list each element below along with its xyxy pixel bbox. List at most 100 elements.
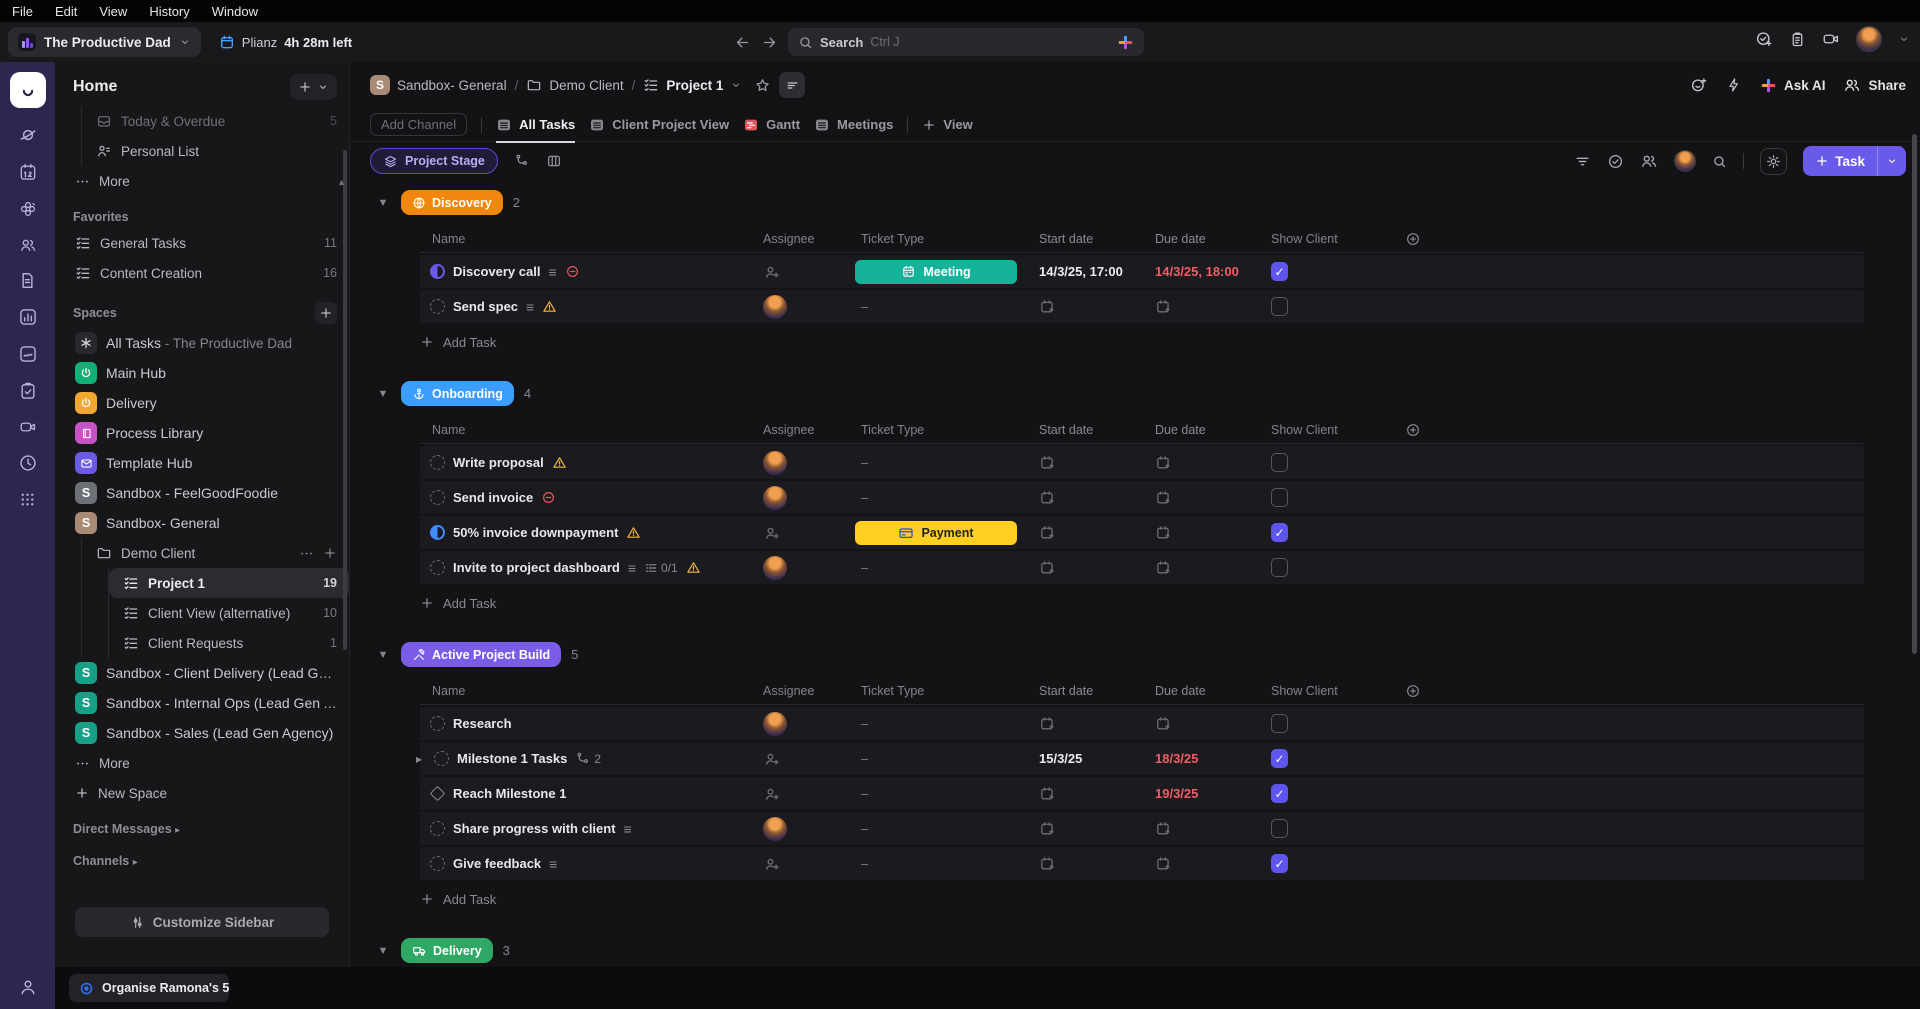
rail-video-icon[interactable]	[19, 418, 37, 436]
customize-sidebar-button[interactable]: Customize Sidebar	[75, 907, 329, 937]
list-client-requests[interactable]: Client Requests1	[109, 628, 349, 658]
task-row[interactable]: ▸Milestone 1 Tasks2 – 15/3/25 18/3/25 ✓	[420, 742, 1864, 775]
start-date-add-icon[interactable]	[1039, 559, 1056, 576]
task-name[interactable]: Write proposal	[453, 455, 544, 470]
col-show-client[interactable]: Show Client	[1271, 232, 1405, 246]
rail-whiteboard-icon[interactable]	[18, 344, 38, 364]
warning-icon[interactable]	[686, 560, 701, 575]
columns-icon[interactable]	[546, 153, 562, 169]
due-date-add-icon[interactable]	[1155, 820, 1172, 837]
status-todo-icon[interactable]	[430, 856, 445, 871]
assignee-avatar[interactable]	[763, 712, 787, 736]
show-client-checkbox[interactable]: ✓	[1271, 854, 1288, 873]
more-icon[interactable]	[299, 546, 314, 561]
col-due-date[interactable]: Due date	[1155, 684, 1271, 698]
task-name[interactable]: Milestone 1 Tasks	[457, 751, 567, 766]
sidebar-item-personal-list[interactable]: Personal List	[82, 136, 349, 166]
tab-client-project-view[interactable]: Client Project View	[589, 108, 729, 142]
task-row[interactable]: Send invoice –	[420, 481, 1864, 514]
space-template-hub[interactable]: Template Hub	[55, 448, 349, 478]
quick-task-icon[interactable]	[1755, 30, 1773, 48]
view-settings-button[interactable]	[1760, 148, 1787, 175]
task-row[interactable]: Share progress with client≡ –	[420, 812, 1864, 845]
group-status-pill[interactable]: Onboarding	[401, 381, 514, 406]
space-sandbox-sales-lead-gen-agency-[interactable]: SSandbox - Sales (Lead Gen Agency)	[55, 718, 349, 748]
show-client-checkbox[interactable]	[1271, 714, 1288, 733]
col-show-client[interactable]: Show Client	[1271, 423, 1405, 437]
add-task-button[interactable]: Add Task	[420, 884, 1920, 914]
plianz-timer[interactable]: Plianz 4h 28m left	[219, 34, 352, 50]
description-icon[interactable]: ≡	[548, 264, 556, 280]
ticket-type-empty[interactable]: –	[861, 751, 868, 766]
start-date[interactable]: 15/3/25	[1039, 751, 1082, 766]
list-client-view-alternative-[interactable]: Client View (alternative)10	[109, 598, 349, 628]
sidebar-more-button[interactable]: More	[55, 166, 349, 196]
task-name[interactable]: Research	[453, 716, 512, 731]
content-scrollbar[interactable]	[1912, 134, 1917, 654]
warning-icon[interactable]	[542, 299, 557, 314]
group-status-pill[interactable]: Discovery	[401, 190, 503, 215]
col-name[interactable]: Name	[420, 232, 763, 246]
ticket-type-empty[interactable]: –	[861, 786, 868, 801]
show-client-checkbox[interactable]	[1271, 297, 1288, 316]
closed-tasks-icon[interactable]	[1607, 153, 1624, 170]
col-name[interactable]: Name	[420, 423, 763, 437]
show-client-checkbox[interactable]	[1271, 558, 1288, 577]
checklist-progress[interactable]: 0/1	[644, 561, 678, 575]
rail-flower-icon[interactable]	[18, 199, 38, 219]
space-delivery[interactable]: Delivery	[55, 388, 349, 418]
task-name[interactable]: Send invoice	[453, 490, 533, 505]
show-client-checkbox[interactable]	[1271, 819, 1288, 838]
add-column-icon[interactable]	[1405, 422, 1421, 438]
task-name[interactable]: 50% invoice downpayment	[453, 525, 618, 540]
assignee-avatar[interactable]	[763, 451, 787, 475]
sidebar-scroll-up-icon[interactable]: ▲	[337, 177, 346, 187]
start-date-add-icon[interactable]	[1039, 785, 1056, 802]
space-all-tasks[interactable]: All Tasks - The Productive Dad	[55, 328, 349, 358]
col-start-date[interactable]: Start date	[1039, 684, 1155, 698]
col-due-date[interactable]: Due date	[1155, 232, 1271, 246]
group-by-stage-pill[interactable]: Project Stage	[370, 148, 498, 174]
space-sandbox-internal-ops-lead-gen-a-[interactable]: SSandbox - Internal Ops (Lead Gen A...	[55, 688, 349, 718]
share-button[interactable]: Share	[1843, 76, 1906, 94]
search-tasks-icon[interactable]	[1712, 154, 1727, 169]
menu-file[interactable]: File	[12, 4, 33, 19]
start-date[interactable]: 14/3/25, 17:00	[1039, 264, 1123, 279]
task-name[interactable]: Invite to project dashboard	[453, 560, 620, 575]
assignee-add-icon[interactable]	[763, 263, 781, 281]
due-date[interactable]: 18/3/25	[1155, 751, 1198, 766]
ticket-type-badge[interactable]: Meeting	[855, 260, 1017, 284]
description-icon[interactable]: ≡	[624, 821, 632, 837]
assignees-icon[interactable]	[1640, 152, 1658, 170]
group-status-pill[interactable]: Active Project Build	[401, 642, 561, 667]
status-todo-icon[interactable]	[430, 821, 445, 836]
new-space-button[interactable]: New Space	[55, 778, 349, 808]
space-process-library[interactable]: Process Library	[55, 418, 349, 448]
favorite-star-icon[interactable]	[754, 77, 771, 94]
due-date-add-icon[interactable]	[1155, 489, 1172, 506]
ticket-type-empty[interactable]: –	[861, 299, 868, 314]
add-column-icon[interactable]	[1405, 231, 1421, 247]
blocked-icon[interactable]	[541, 490, 556, 505]
collapse-group-icon[interactable]: ▼	[375, 197, 391, 209]
plus-icon[interactable]	[323, 546, 337, 560]
due-date-add-icon[interactable]	[1155, 524, 1172, 541]
automation-bolt-icon[interactable]	[1726, 77, 1742, 93]
task-name[interactable]: Send spec	[453, 299, 518, 314]
nav-back-icon[interactable]	[734, 34, 751, 51]
col-name[interactable]: Name	[420, 684, 763, 698]
assignee-avatar[interactable]	[763, 556, 787, 580]
breadcrumb-project-1[interactable]: Project 1	[643, 77, 742, 93]
due-date-add-icon[interactable]	[1155, 855, 1172, 872]
col-start-date[interactable]: Start date	[1039, 423, 1155, 437]
tab-meetings[interactable]: Meetings	[814, 108, 893, 142]
ask-ai-button[interactable]: Ask AI	[1760, 77, 1826, 94]
assignee-avatar[interactable]	[763, 817, 787, 841]
task-row[interactable]: Write proposal –	[420, 446, 1864, 479]
search-input[interactable]: Search Ctrl J	[788, 28, 1144, 56]
ai-sparkle-icon[interactable]	[1117, 34, 1134, 51]
rail-griddots-icon[interactable]	[18, 490, 37, 509]
collapse-group-icon[interactable]: ▼	[375, 388, 391, 400]
add-task-button[interactable]: Add Task	[420, 327, 1920, 357]
menu-view[interactable]: View	[99, 4, 127, 19]
